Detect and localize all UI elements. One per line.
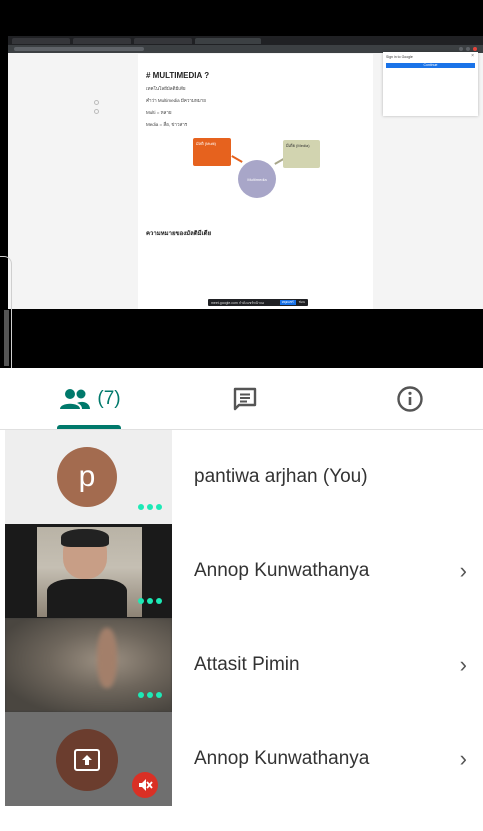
circle-icon [94, 109, 99, 114]
present-screen-icon [74, 749, 100, 771]
more-options-icon[interactable] [138, 692, 162, 698]
camera-feed [37, 527, 142, 618]
more-options-icon[interactable] [138, 504, 162, 510]
extension-icon [466, 47, 470, 51]
diagram-center: Multimedia [238, 160, 276, 198]
doc-line: เทคโนโลยีมัลติมีเดีย [146, 86, 186, 91]
avatar: p [57, 447, 117, 507]
tab-info[interactable] [370, 368, 450, 430]
browser-tab [73, 37, 131, 44]
share-banner-text: meet.google.com กำลังแชร์หน้าจอ [211, 300, 265, 305]
profile-icon [473, 47, 477, 51]
participant-tile: p [5, 430, 172, 524]
chevron-right-icon[interactable]: › [460, 652, 467, 678]
participant-video [5, 618, 172, 712]
active-tab-indicator [57, 425, 121, 429]
participant-tile [5, 712, 172, 806]
doc-side-icons [94, 100, 104, 118]
participants-list: p pantiwa arjhan (You) Annop Kunwathanya… [0, 430, 483, 806]
participant-row[interactable]: p pantiwa arjhan (You) [0, 430, 483, 524]
shared-document: ​ # MULTIMEDIA ? เทคโนโลยีมัลติมีเดีย คำ… [138, 54, 373, 309]
google-signin-popup: × Sign in to Google Continue [383, 52, 478, 116]
screen-share-video[interactable]: ​ # MULTIMEDIA ? เทคโนโลยีมัลติมีเดีย คำ… [0, 0, 483, 368]
hide-button: ซ่อน [298, 300, 305, 304]
participant-row[interactable]: Attasit Pimin › [0, 618, 483, 712]
doc-line: Multi = หลาย [146, 110, 172, 115]
chat-icon [233, 387, 257, 411]
screen-share-banner: meet.google.com กำลังแชร์หน้าจอ หยุดแชร์… [208, 299, 308, 306]
extension-icon [459, 47, 463, 51]
doc-line: Media = สื่อ, ข่าวสาร [146, 122, 188, 127]
participant-name: Annop Kunwathanya [194, 560, 370, 581]
camera-blur-shape [97, 628, 117, 688]
participant-name: Annop Kunwathanya [194, 748, 370, 769]
presenting-avatar [56, 729, 118, 791]
doc-heading: # MULTIMEDIA ? [146, 71, 210, 80]
more-options-icon[interactable] [138, 598, 162, 604]
camera-person-hair [61, 529, 109, 547]
meet-app: ​ # MULTIMEDIA ? เทคโนโลยีมัลติมีเดีย คำ… [0, 0, 483, 831]
people-count: (7) [97, 388, 121, 409]
participant-row[interactable]: Annop Kunwathanya › [0, 712, 483, 806]
chevron-right-icon[interactable]: › [460, 558, 467, 584]
info-icon [397, 386, 423, 412]
browser-tab [12, 37, 70, 44]
side-panel-handle[interactable] [4, 310, 9, 366]
participant-video [5, 524, 172, 618]
participant-name: Attasit Pimin [194, 654, 300, 675]
diagram-box-left: มัลติ (Multi) [193, 138, 231, 166]
browser-tab [134, 37, 192, 44]
doc-subheading: ความหมายของมัลติมีเดีย [146, 231, 212, 237]
continue-button: Continue [386, 63, 475, 68]
participant-name: pantiwa arjhan (You) [194, 466, 368, 487]
url-field [14, 47, 144, 51]
tab-people[interactable]: (7) [50, 368, 130, 430]
signin-title: Sign in to Google [386, 55, 413, 59]
panel-tabs: (7) [0, 368, 483, 430]
tab-chat[interactable] [205, 368, 285, 430]
doc-diagram: มัลติ (Multi) Multimedia มีเดีย (Media) [146, 134, 365, 226]
close-icon: × [471, 53, 474, 59]
doc-line: คำว่า Multimedia มีความหมาย [146, 98, 206, 103]
diagram-box-right: มีเดีย (Media) [283, 140, 320, 168]
doc-top-text: ​ [146, 58, 365, 65]
browser-tab-active [195, 37, 261, 44]
chevron-right-icon[interactable]: › [460, 746, 467, 772]
camera-person-body [47, 579, 127, 618]
hand-icon [94, 100, 99, 105]
stop-sharing-button: หยุดแชร์ [279, 300, 296, 305]
participant-row[interactable]: Annop Kunwathanya › [0, 524, 483, 618]
diagram-arrow [231, 155, 243, 163]
people-icon [60, 389, 91, 409]
mic-off-icon [132, 772, 158, 798]
shared-screen: ​ # MULTIMEDIA ? เทคโนโลยีมัลติมีเดีย คำ… [8, 36, 483, 309]
browser-tab-strip [8, 36, 483, 45]
